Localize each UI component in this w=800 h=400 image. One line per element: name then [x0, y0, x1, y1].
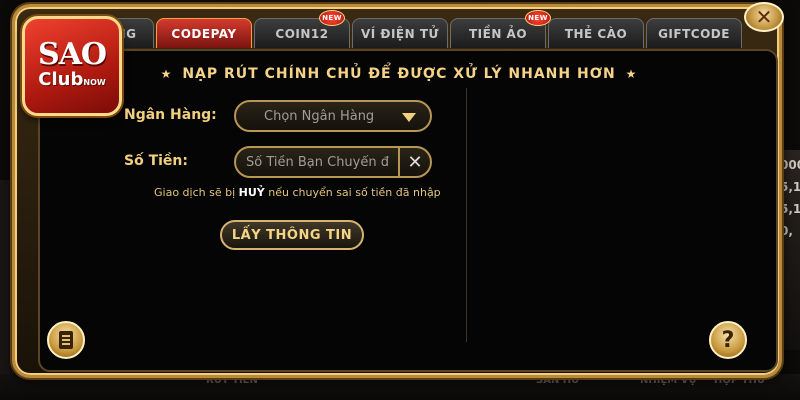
- logo-suffix-text: NOW: [83, 77, 106, 87]
- background-value: 5,1: [780, 180, 800, 194]
- cancel-warning: Giao dịch sẽ bị HUỶ nếu chuyển sai số ti…: [154, 186, 454, 199]
- logo-club-text: Club: [38, 68, 84, 90]
- tab-label: GIFTCODE: [658, 26, 730, 41]
- help-button[interactable]: ?: [709, 321, 747, 359]
- tab-coin12[interactable]: COIN12 NEW: [254, 10, 350, 48]
- dialog-heading: ★ NẠP RÚT CHÍNH CHỦ ĐỂ ĐƯỢC XỬ LÝ NHANH …: [160, 64, 638, 84]
- tab-giftcode[interactable]: GIFTCODE: [646, 18, 742, 48]
- tab-label: VÍ ĐIỆN TỬ: [360, 26, 440, 41]
- tab-label: CODEPAY: [171, 26, 237, 41]
- tab-crypto[interactable]: TIỀN ẢO NEW: [450, 10, 551, 48]
- dialog-content-panel: [38, 49, 778, 372]
- star-icon: ★: [625, 67, 638, 81]
- get-info-button[interactable]: LẤY THÔNG TIN: [220, 220, 364, 250]
- warning-highlight: HUỶ: [238, 186, 265, 199]
- new-badge: NEW: [525, 10, 551, 26]
- document-icon: [59, 331, 73, 349]
- tab-label: THẺ CÀO: [564, 26, 628, 41]
- close-button[interactable]: ✕: [744, 2, 784, 32]
- tab-codepay[interactable]: CODEPAY: [156, 18, 252, 48]
- background-value: 000: [780, 158, 800, 172]
- close-icon: ✕: [407, 151, 423, 173]
- tab-e-wallet[interactable]: VÍ ĐIỆN TỬ: [352, 18, 448, 48]
- question-icon: ?: [721, 327, 735, 353]
- bank-select-value: Chọn Ngân Hàng: [264, 108, 375, 124]
- star-icon: ★: [160, 67, 173, 81]
- get-info-label: LẤY THÔNG TIN: [231, 227, 353, 243]
- amount-field: ✕: [234, 146, 432, 178]
- warning-text: nếu chuyển sai số tiền đã nhập: [264, 186, 441, 199]
- amount-label: Số Tiền:: [124, 153, 188, 169]
- chevron-down-icon: [402, 113, 416, 122]
- panel-divider: [466, 88, 467, 342]
- bank-label: Ngân Hàng:: [124, 107, 217, 123]
- background-value: 5,1: [780, 202, 800, 216]
- heading-text: NẠP RÚT CHÍNH CHỦ ĐỂ ĐƯỢC XỬ LÝ NHANH HƠ…: [182, 66, 616, 82]
- clear-amount-button[interactable]: ✕: [398, 148, 430, 176]
- tab-label: TIỀN ẢO: [468, 26, 528, 41]
- tab-label: COIN12: [275, 26, 329, 41]
- history-button[interactable]: [47, 321, 85, 359]
- warning-text: Giao dịch sẽ bị: [154, 186, 239, 199]
- amount-input[interactable]: [246, 154, 396, 170]
- sao-club-logo: SAO ClubNOW: [22, 16, 122, 116]
- logo-main-text: SAO: [37, 36, 107, 72]
- logo-sub-text: ClubNOW: [38, 68, 106, 93]
- background-value: 0,: [780, 224, 793, 238]
- bank-select[interactable]: Chọn Ngân Hàng: [234, 100, 432, 132]
- new-badge: NEW: [319, 10, 345, 26]
- close-icon: ✕: [755, 5, 773, 29]
- tab-scratch-card[interactable]: THẺ CÀO: [548, 18, 644, 48]
